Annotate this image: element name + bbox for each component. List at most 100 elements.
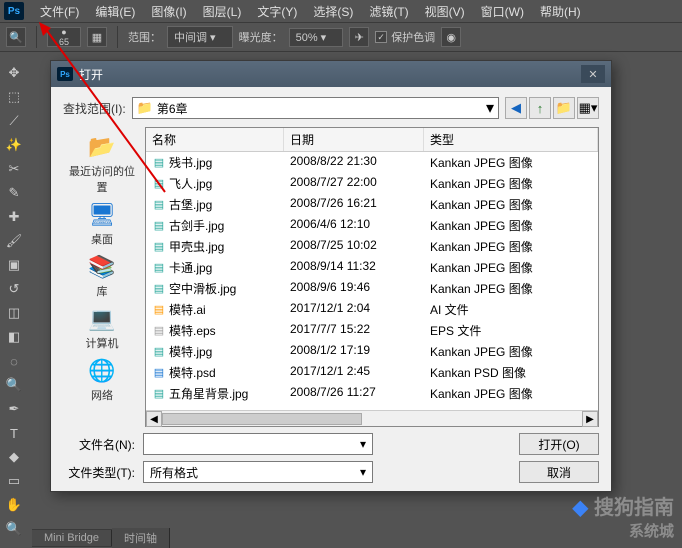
airbrush-icon[interactable]: ✈ bbox=[349, 27, 369, 47]
filename-input[interactable]: ▾ bbox=[143, 433, 373, 455]
tool-eraser[interactable]: ◫ bbox=[2, 302, 26, 324]
range-dropdown[interactable]: 中间调 ▾ bbox=[167, 26, 233, 48]
tool-shape[interactable]: ▭ bbox=[2, 470, 26, 492]
look-in-combo[interactable]: 📁 第6章 ▾ bbox=[132, 97, 499, 119]
column-type[interactable]: 类型 bbox=[424, 128, 598, 151]
file-type: Kankan JPEG 图像 bbox=[424, 237, 598, 256]
tool-crop[interactable]: ✂ bbox=[2, 158, 26, 180]
scroll-thumb[interactable] bbox=[162, 413, 362, 425]
menu-window[interactable]: 窗口(W) bbox=[473, 1, 532, 22]
horizontal-scrollbar[interactable]: ◀ ▶ bbox=[146, 410, 598, 426]
file-row[interactable]: ▤模特.psd2017/12/1 2:45Kankan PSD 图像 bbox=[146, 362, 598, 383]
bottom-panel-tabs: Mini Bridge 时间轴 bbox=[32, 529, 170, 547]
file-list-panel: 名称 日期 类型 ▤残书.jpg2008/8/22 21:30Kankan JP… bbox=[145, 127, 599, 427]
file-row[interactable]: ▤模特.eps2017/7/7 15:22EPS 文件 bbox=[146, 320, 598, 341]
scroll-left-icon[interactable]: ◀ bbox=[146, 411, 162, 427]
tool-dodge[interactable]: 🔍 bbox=[2, 374, 26, 396]
tool-history[interactable]: ↺ bbox=[2, 278, 26, 300]
file-row[interactable]: ▤五角星背景.jpg2008/7/26 11:27Kankan JPEG 图像 bbox=[146, 383, 598, 404]
file-name: 甲壳虫.jpg bbox=[169, 238, 224, 255]
file-row[interactable]: ▤古堡.jpg2008/7/26 16:21Kankan JPEG 图像 bbox=[146, 194, 598, 215]
file-date: 2008/1/2 17:19 bbox=[284, 342, 424, 361]
file-type: Kankan JPEG 图像 bbox=[424, 195, 598, 214]
file-name: 模特.jpg bbox=[169, 343, 212, 360]
menu-layer[interactable]: 图层(L) bbox=[195, 1, 250, 22]
menu-view[interactable]: 视图(V) bbox=[417, 1, 473, 22]
filetype-select[interactable]: 所有格式▾ bbox=[143, 461, 373, 483]
nav-up-button[interactable]: ↑ bbox=[529, 97, 551, 119]
nav-newfolder-button[interactable]: 📁 bbox=[553, 97, 575, 119]
file-type-icon: ▤ bbox=[152, 177, 166, 191]
file-row[interactable]: ▤残书.jpg2008/8/22 21:30Kankan JPEG 图像 bbox=[146, 152, 598, 173]
tool-preset-icon[interactable]: 🔍 bbox=[6, 27, 26, 47]
options-bar: 🔍 ●65 ▦ 范围： 中间调 ▾ 曝光度： 50% ▾ ✈ ✓ 保护色调 ◉ bbox=[0, 22, 682, 52]
place-recent[interactable]: 📂 最近访问的位置 bbox=[63, 131, 141, 197]
tool-marquee[interactable]: ⬚ bbox=[2, 86, 26, 108]
tool-hand[interactable]: ✋ bbox=[2, 494, 26, 516]
file-type: Kankan JPEG 图像 bbox=[424, 174, 598, 193]
tool-path[interactable]: ◆ bbox=[2, 446, 26, 468]
file-date: 2008/8/22 21:30 bbox=[284, 153, 424, 172]
tool-type[interactable]: T bbox=[2, 422, 26, 444]
file-row[interactable]: ▤飞人.jpg2008/7/27 22:00Kankan JPEG 图像 bbox=[146, 173, 598, 194]
file-type-icon: ▤ bbox=[152, 387, 166, 401]
open-button[interactable]: 打开(O) bbox=[519, 433, 599, 455]
place-libraries[interactable]: 📚 库 bbox=[63, 251, 141, 301]
tool-wand[interactable]: ✨ bbox=[2, 134, 26, 156]
file-date: 2008/9/14 11:32 bbox=[284, 258, 424, 277]
place-computer[interactable]: 💻 计算机 bbox=[63, 303, 141, 353]
nav-back-button[interactable]: ◀ bbox=[505, 97, 527, 119]
tool-pen[interactable]: ✒ bbox=[2, 398, 26, 420]
place-network[interactable]: 🌐 网络 bbox=[63, 355, 141, 405]
close-button[interactable]: ✕ bbox=[581, 65, 605, 83]
menu-file[interactable]: 文件(F) bbox=[32, 1, 87, 22]
tool-blur[interactable]: ◌ bbox=[2, 350, 26, 372]
file-row[interactable]: ▤卡通.jpg2008/9/14 11:32Kankan JPEG 图像 bbox=[146, 257, 598, 278]
file-row[interactable]: ▤模特.jpg2008/1/2 17:19Kankan JPEG 图像 bbox=[146, 341, 598, 362]
column-date[interactable]: 日期 bbox=[284, 128, 424, 151]
file-row[interactable]: ▤古剑手.jpg2006/4/6 12:10Kankan JPEG 图像 bbox=[146, 215, 598, 236]
scroll-right-icon[interactable]: ▶ bbox=[582, 411, 598, 427]
menu-edit[interactable]: 编辑(E) bbox=[87, 1, 143, 22]
file-row[interactable]: ▤甲壳虫.jpg2008/7/25 10:02Kankan JPEG 图像 bbox=[146, 236, 598, 257]
cancel-button[interactable]: 取消 bbox=[519, 461, 599, 483]
tab-minibridge[interactable]: Mini Bridge bbox=[32, 530, 112, 546]
file-type-icon: ▤ bbox=[152, 345, 166, 359]
file-list[interactable]: ▤残书.jpg2008/8/22 21:30Kankan JPEG 图像▤飞人.… bbox=[146, 152, 598, 410]
place-network-label: 网络 bbox=[91, 387, 113, 403]
brush-panel-icon[interactable]: ▦ bbox=[87, 27, 107, 47]
look-in-value: 第6章 bbox=[157, 100, 482, 117]
menu-help[interactable]: 帮助(H) bbox=[532, 1, 589, 22]
menu-image[interactable]: 图像(I) bbox=[143, 1, 194, 22]
place-desktop-label: 桌面 bbox=[91, 231, 113, 247]
file-list-header: 名称 日期 类型 bbox=[146, 128, 598, 152]
open-dialog: Ps 打开 ✕ 查找范围(I): 📁 第6章 ▾ ◀ ↑ 📁 ▦▾ 📂 最近访问… bbox=[50, 60, 612, 492]
tab-timeline[interactable]: 时间轴 bbox=[112, 528, 170, 548]
recent-icon: 📂 bbox=[86, 133, 118, 161]
menu-type[interactable]: 文字(Y) bbox=[249, 1, 305, 22]
column-name[interactable]: 名称 bbox=[146, 128, 284, 151]
exposure-dropdown[interactable]: 50% ▾ bbox=[289, 28, 344, 47]
file-row[interactable]: ▤模特.ai2017/12/1 2:04AI 文件 bbox=[146, 299, 598, 320]
places-bar: 📂 最近访问的位置 🖥 桌面 📚 库 💻 计算机 🌐 网络 bbox=[63, 127, 141, 427]
tablet-pressure-icon[interactable]: ◉ bbox=[441, 27, 461, 47]
file-row[interactable]: ▤空中滑板.jpg2008/9/6 19:46Kankan JPEG 图像 bbox=[146, 278, 598, 299]
tool-gradient[interactable]: ◧ bbox=[2, 326, 26, 348]
tool-stamp[interactable]: ▣ bbox=[2, 254, 26, 276]
protect-tone-checkbox[interactable]: ✓ 保护色调 bbox=[375, 29, 435, 45]
nav-views-button[interactable]: ▦▾ bbox=[577, 97, 599, 119]
dialog-title-text: 打开 bbox=[79, 66, 103, 83]
place-desktop[interactable]: 🖥 桌面 bbox=[63, 199, 141, 249]
tool-eyedropper[interactable]: ✎ bbox=[2, 182, 26, 204]
tool-brush[interactable]: 🖌 bbox=[2, 230, 26, 252]
menu-filter[interactable]: 滤镜(T) bbox=[361, 1, 416, 22]
tool-zoom[interactable]: 🔍 bbox=[2, 518, 26, 540]
place-recent-label: 最近访问的位置 bbox=[65, 163, 139, 195]
file-type-icon: ▤ bbox=[152, 282, 166, 296]
tool-heal[interactable]: ✚ bbox=[2, 206, 26, 228]
brush-preset[interactable]: ●65 bbox=[47, 27, 81, 47]
tool-move[interactable]: ✥ bbox=[2, 62, 26, 84]
ps-icon: Ps bbox=[57, 67, 73, 81]
tool-lasso[interactable]: ⟋ bbox=[2, 110, 26, 132]
menu-select[interactable]: 选择(S) bbox=[305, 1, 361, 22]
